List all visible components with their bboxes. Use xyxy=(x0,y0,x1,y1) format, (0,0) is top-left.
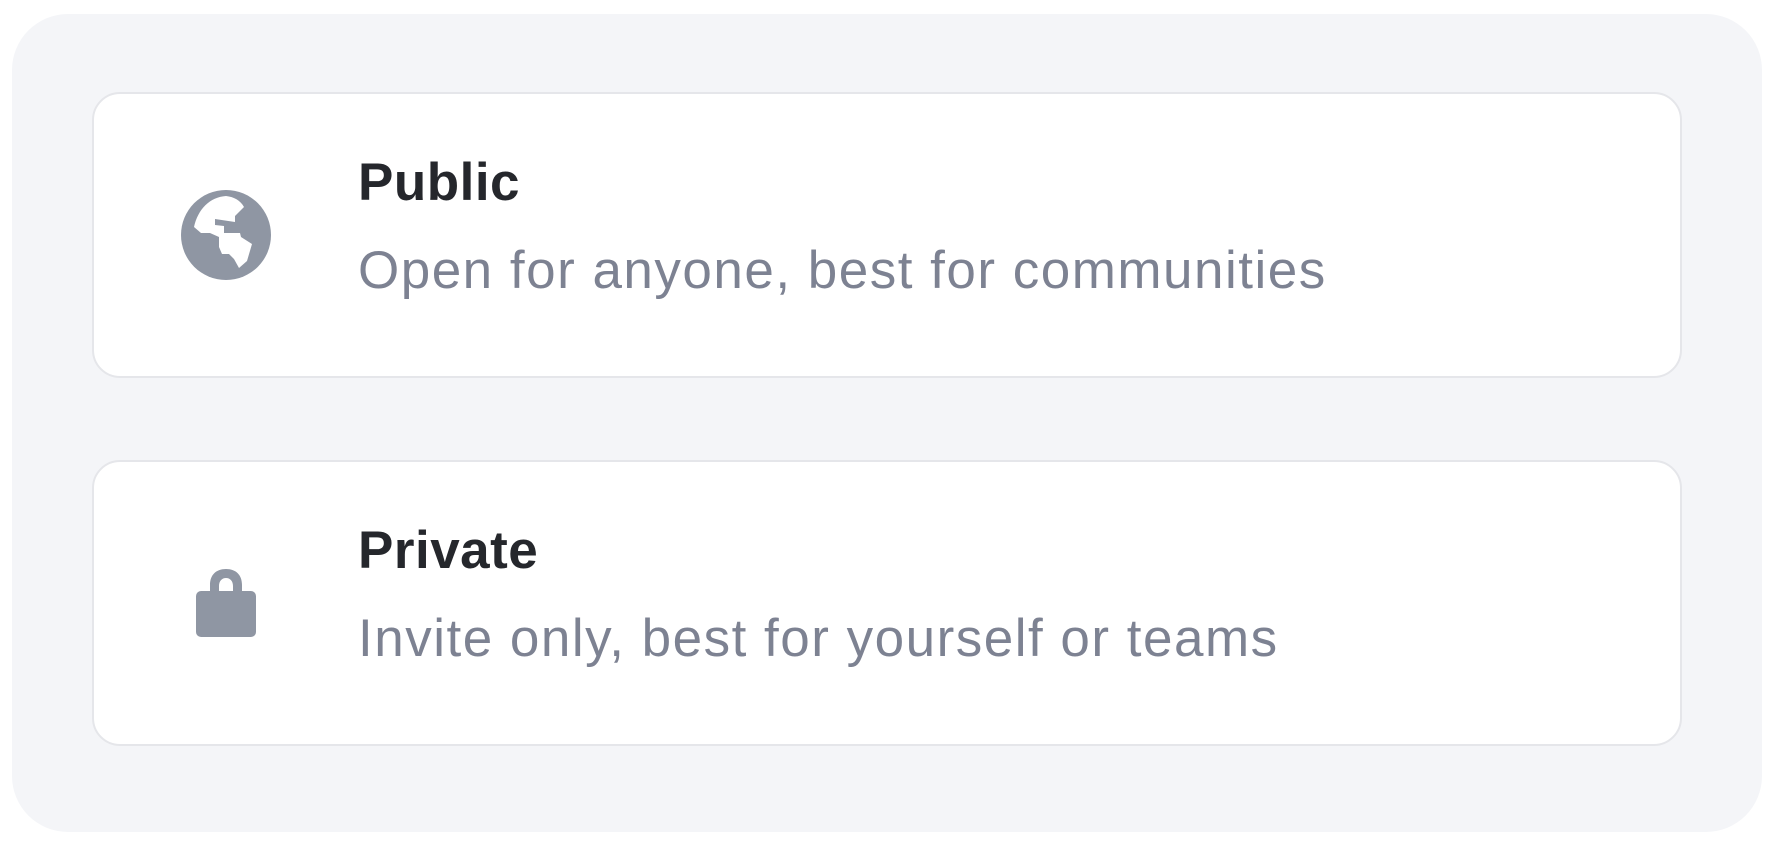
public-option-card[interactable]: Public Open for anyone, best for communi… xyxy=(92,92,1682,378)
option-title: Private xyxy=(358,521,539,580)
option-description: Open for anyone, best for communities xyxy=(358,241,1327,300)
visibility-panel: Public Open for anyone, best for communi… xyxy=(12,14,1762,832)
globe-icon xyxy=(180,189,272,281)
option-description: Invite only, best for yourself or teams xyxy=(358,609,1279,668)
lock-icon xyxy=(180,557,272,649)
private-option-card[interactable]: Private Invite only, best for yourself o… xyxy=(92,460,1682,746)
option-title: Public xyxy=(358,153,521,212)
